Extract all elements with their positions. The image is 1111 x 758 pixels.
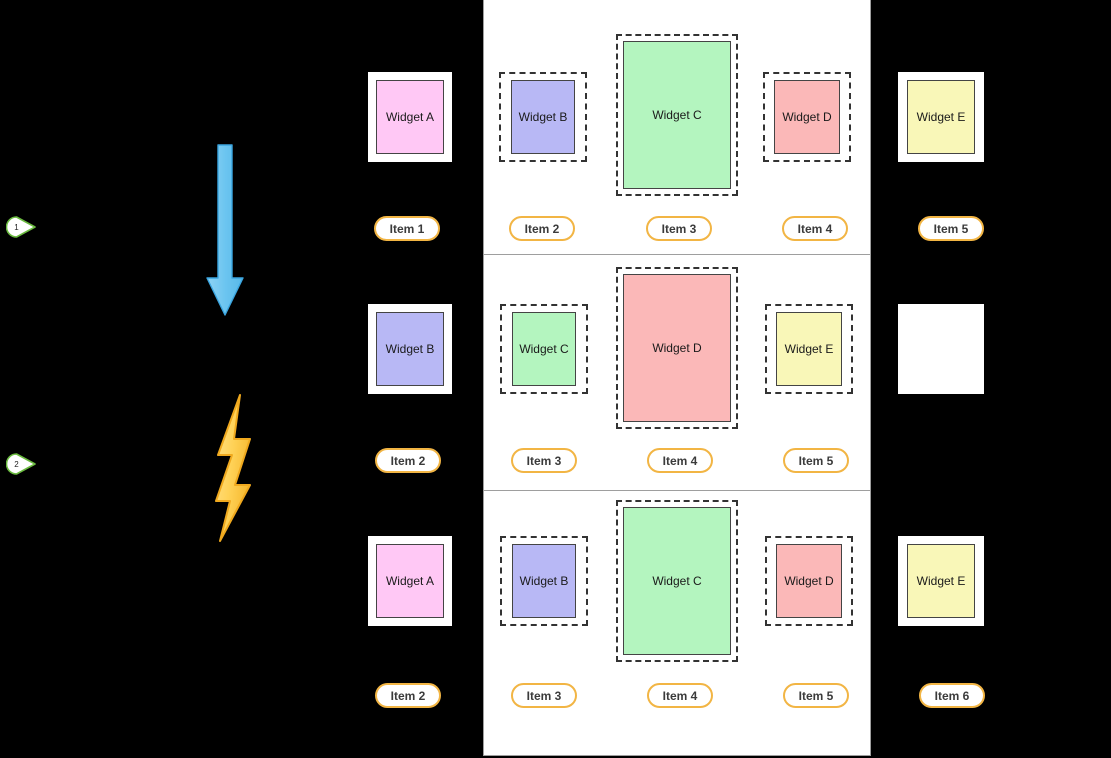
widget-card-label: Widget B [385, 342, 435, 356]
item-pill-label: Item 5 [798, 453, 834, 468]
item-pill-label: Item 3 [526, 453, 562, 468]
widget-card-label: Widget A [385, 574, 435, 588]
widget-card[interactable]: Widget B [376, 312, 444, 386]
widget-card-label: Widget D [652, 341, 702, 355]
widget-card[interactable]: Widget C [512, 312, 576, 386]
item-pill-label: Item 4 [662, 453, 698, 468]
widget-card-label: Widget B [519, 574, 569, 588]
widget-card[interactable]: Widget A [376, 80, 444, 154]
widget-card[interactable]: Widget B [511, 80, 575, 154]
widget-card[interactable]: Widget A [376, 544, 444, 618]
row-divider-2 [483, 490, 871, 491]
widget-card[interactable]: Widget D [774, 80, 840, 154]
item-pill[interactable]: Item 2 [375, 683, 441, 708]
item-pill-label: Item 3 [526, 688, 562, 703]
item-pill-label: Item 5 [933, 221, 969, 236]
widget-card-label: Widget E [784, 342, 834, 356]
widget-card[interactable]: Widget E [907, 80, 975, 154]
widget-card-label: Widget A [385, 110, 435, 124]
item-pill-label: Item 2 [390, 688, 426, 703]
item-pill-label: Item 6 [934, 688, 970, 703]
item-pill[interactable]: Item 5 [783, 683, 849, 708]
widget-card[interactable]: Widget C [623, 41, 731, 189]
widget-card-label: Widget E [916, 110, 966, 124]
item-pill-label: Item 5 [798, 688, 834, 703]
item-pill-label: Item 2 [390, 453, 426, 468]
item-pill[interactable]: Item 4 [647, 448, 713, 473]
step-marker-1-label: 1 [14, 222, 19, 232]
widget-card-label: Widget D [782, 110, 832, 124]
item-pill[interactable]: Item 3 [511, 448, 577, 473]
widget-card[interactable]: Widget C [623, 507, 731, 655]
item-pill-label: Item 2 [524, 221, 560, 236]
widget-card[interactable]: Widget D [776, 544, 842, 618]
item-pill[interactable]: Item 5 [918, 216, 984, 241]
item-pill[interactable]: Item 5 [783, 448, 849, 473]
item-pill[interactable]: Item 4 [782, 216, 848, 241]
widget-card[interactable]: Widget D [623, 274, 731, 422]
item-pill[interactable]: Item 4 [647, 683, 713, 708]
item-pill[interactable]: Item 1 [374, 216, 440, 241]
item-pill-label: Item 4 [797, 221, 833, 236]
item-pill[interactable]: Item 6 [919, 683, 985, 708]
item-pill-label: Item 3 [661, 221, 697, 236]
item-pill[interactable]: Item 2 [509, 216, 575, 241]
step-marker-2[interactable]: 2 [6, 453, 36, 475]
widget-card-label: Widget C [519, 342, 569, 356]
widget-card-label: Widget C [652, 574, 702, 588]
item-pill[interactable]: Item 3 [646, 216, 712, 241]
lightning-bolt-annotation [208, 393, 260, 543]
item-pill-label: Item 1 [389, 221, 425, 236]
step-marker-2-label: 2 [14, 459, 19, 469]
down-arrow-annotation [205, 143, 245, 318]
item-pill[interactable]: Item 2 [375, 448, 441, 473]
widget-card-label: Widget D [784, 574, 834, 588]
widget-card[interactable]: Widget E [907, 544, 975, 618]
item-pill-label: Item 4 [662, 688, 698, 703]
widget-card-label: Widget C [652, 108, 702, 122]
widget-card[interactable]: Widget E [776, 312, 842, 386]
widget-card-label: Widget B [518, 110, 568, 124]
diagram-canvas: Widget A Widget B Widget C Widget D Widget E… [0, 0, 1111, 758]
step-marker-1[interactable]: 1 [6, 216, 36, 238]
item-pill[interactable]: Item 3 [511, 683, 577, 708]
widget-card-label: Widget E [916, 574, 966, 588]
empty-widget-placeholder [898, 304, 984, 394]
widget-card[interactable]: Widget B [512, 544, 576, 618]
row-divider-1 [483, 254, 871, 255]
